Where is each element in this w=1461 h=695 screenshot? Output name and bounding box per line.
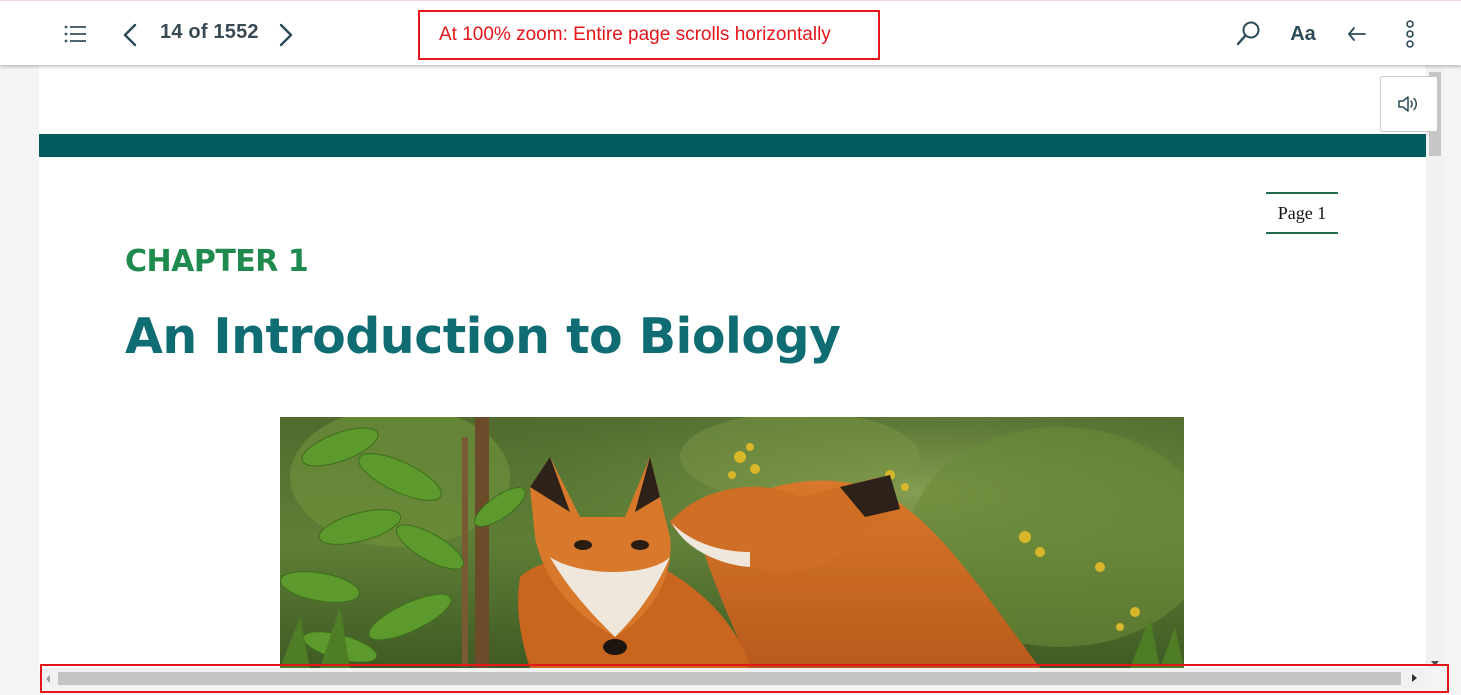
scroll-down-arrow[interactable]: [1431, 661, 1439, 666]
zoom-annotation-text: At 100% zoom: Entire page scrolls horizo…: [439, 24, 831, 45]
speaker-icon: [1398, 96, 1417, 112]
book-page[interactable]: Page 1 CHAPTER 1 An Introduction to Biol…: [39, 64, 1426, 668]
page-number-label: Page 1: [1266, 192, 1338, 234]
right-gutter: [1444, 64, 1461, 695]
scroll-right-arrow[interactable]: [1412, 674, 1417, 682]
reader-toolbar: 14 of 1552 At 100% zoom: Entire page scr…: [0, 0, 1461, 65]
horizontal-scrollbar[interactable]: [40, 668, 1425, 688]
zoom-annotation: At 100% zoom: Entire page scrolls horizo…: [418, 10, 880, 60]
more-vertical-icon[interactable]: [1398, 17, 1422, 51]
scroll-left-arrow[interactable]: [46, 675, 50, 683]
chapter-title: An Introduction to Biology: [125, 308, 841, 365]
page-counter: 14 of 1552: [160, 21, 259, 43]
search-icon[interactable]: [1232, 17, 1264, 51]
chapter-banner-bar: [39, 134, 1426, 157]
read-aloud-button[interactable]: [1380, 76, 1438, 132]
horizontal-scroll-thumb[interactable]: [58, 672, 1401, 685]
chevron-right-icon[interactable]: [274, 19, 298, 51]
chapter-opener-photo: [280, 417, 1184, 668]
back-arrow-icon[interactable]: [1342, 19, 1372, 49]
toc-list-icon[interactable]: [60, 19, 90, 49]
vertical-scrollbar[interactable]: [1426, 64, 1444, 668]
chevron-left-icon[interactable]: [118, 19, 142, 51]
chapter-label: CHAPTER 1: [125, 244, 309, 279]
font-settings-button[interactable]: Aa: [1284, 19, 1322, 49]
fox-illustration: [280, 417, 1184, 668]
